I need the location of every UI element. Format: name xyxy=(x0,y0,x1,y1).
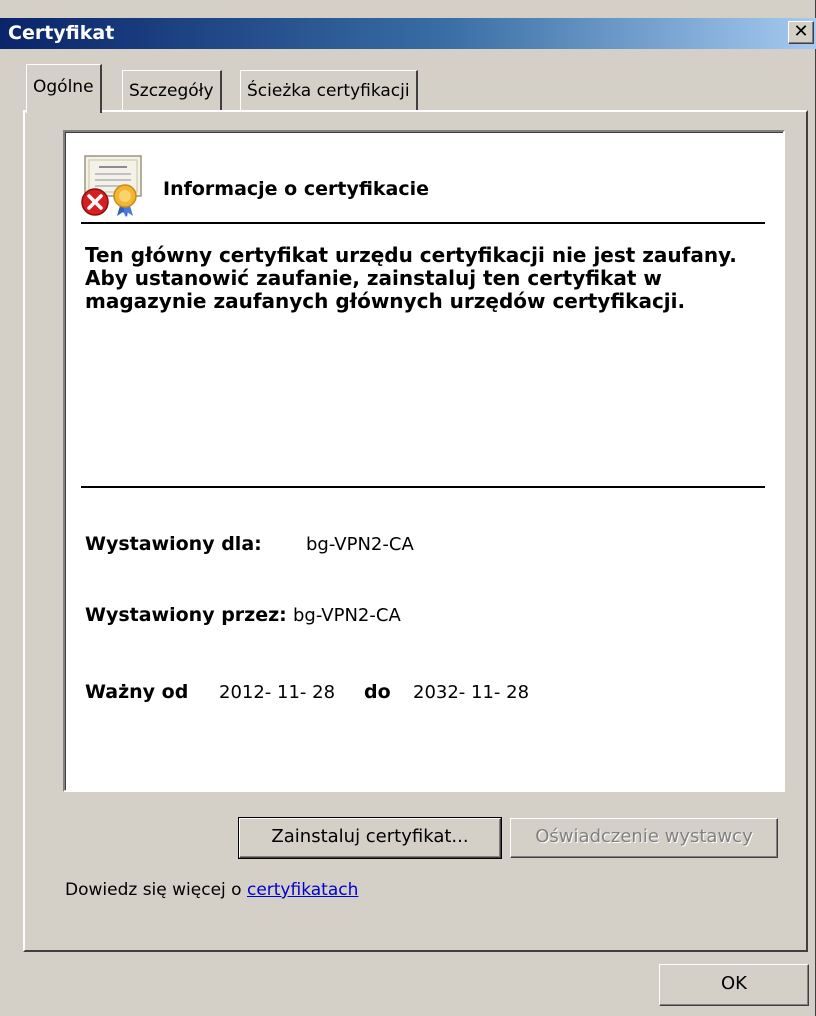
close-button[interactable]: ✕ xyxy=(788,21,814,44)
ok-button[interactable]: OK xyxy=(659,964,809,1006)
issued-to-value: bg-VPN2-CA xyxy=(306,534,414,555)
issued-by-label: Wystawiony przez: xyxy=(85,604,287,626)
certificate-info-box: Informacje o certyfikacie Ten główny cer… xyxy=(63,130,785,792)
tab-panel-general: Informacje o certyfikacie Ten główny cer… xyxy=(23,110,808,952)
issuer-statement-label: Oświadczenie wystawcy xyxy=(535,826,753,847)
close-icon: ✕ xyxy=(793,21,809,42)
tab-details-label: Szczegóły xyxy=(129,81,214,101)
tab-certification-path-label: Ścieżka certyfikacji xyxy=(247,81,410,101)
ok-label: OK xyxy=(721,973,747,994)
issued-to-label: Wystawiony dla: xyxy=(85,533,262,555)
divider-bottom xyxy=(81,486,765,488)
learn-more-text: Dowiedz się więcej o certyfikatach xyxy=(65,880,358,900)
issued-by-value: bg-VPN2-CA xyxy=(293,605,401,626)
learn-more-prefix: Dowiedz się więcej o xyxy=(65,880,247,900)
install-certificate-label: Zainstaluj certyfikat... xyxy=(271,826,469,847)
window-title: Certyfikat xyxy=(8,22,115,44)
tab-details[interactable]: Szczegóły xyxy=(122,70,222,111)
install-certificate-button[interactable]: Zainstaluj certyfikat... xyxy=(238,817,502,859)
valid-from-value: 2012- 11- 28 xyxy=(219,682,336,703)
issuer-statement-button[interactable]: Oświadczenie wystawcy xyxy=(510,818,778,858)
trust-warning-message: Ten główny certyfikat urzędu certyfikacj… xyxy=(85,243,737,313)
valid-to-value: 2032- 11- 28 xyxy=(413,682,530,703)
certificate-dialog: Certyfikat ✕ Ogólne Szczegóły Ścieżka ce… xyxy=(0,0,816,1016)
tab-general-label: Ogólne xyxy=(33,77,94,97)
certificates-link[interactable]: certyfikatach xyxy=(247,880,358,900)
certificate-error-icon xyxy=(81,155,142,217)
tab-certification-path[interactable]: Ścieżka certyfikacji xyxy=(240,70,418,111)
divider-top xyxy=(81,222,765,224)
tab-general[interactable]: Ogólne xyxy=(26,64,102,113)
info-title: Informacje o certyfikacie xyxy=(163,178,430,200)
valid-from-label: Ważny od xyxy=(85,681,189,703)
title-bar[interactable]: Certyfikat ✕ xyxy=(0,18,816,49)
valid-to-label: do xyxy=(364,681,391,703)
